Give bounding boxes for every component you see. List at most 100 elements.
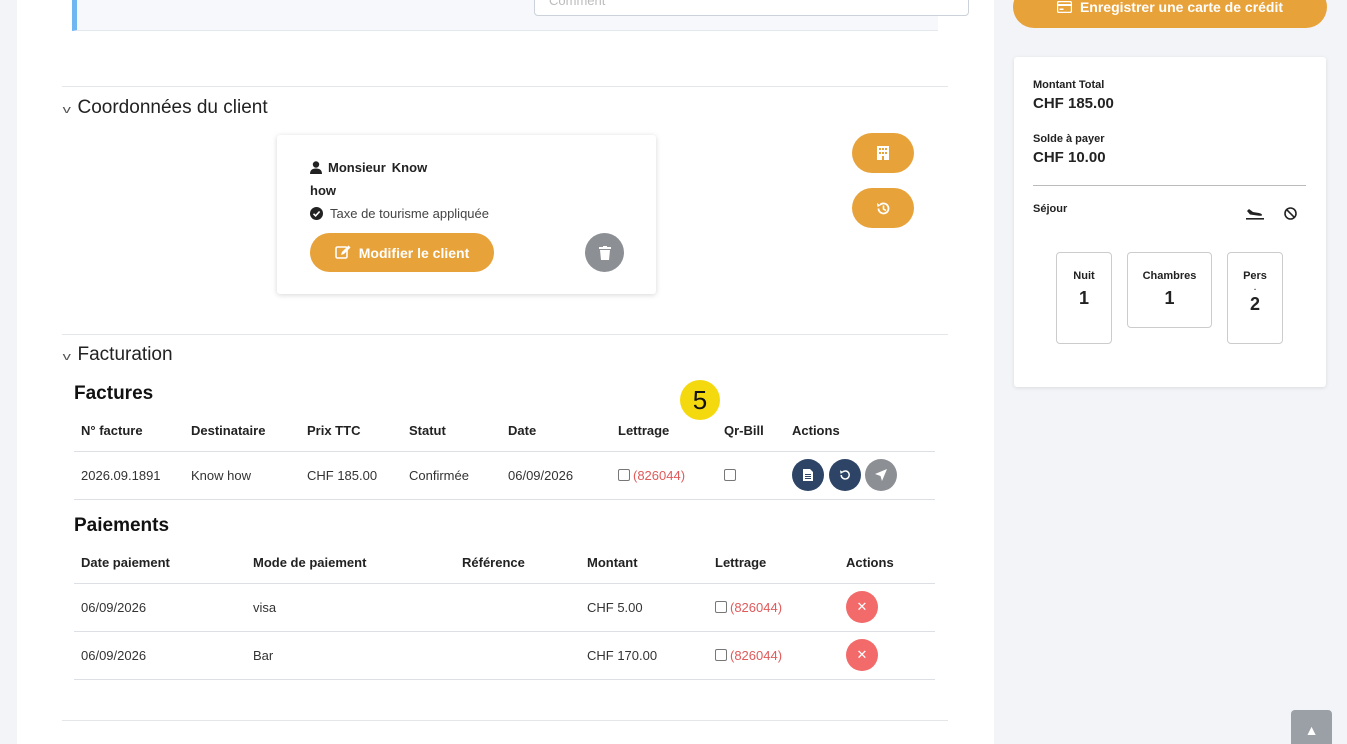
payment-actions: ✕ — [839, 583, 935, 632]
send-icon — [875, 469, 888, 481]
modify-client-label: Modifier le client — [358, 244, 470, 261]
table-row: 2026.09.1891 Know how CHF 185.00 Confirm… — [74, 451, 935, 500]
step-badge: 5 — [680, 380, 720, 420]
invoices-title: Factures — [74, 383, 154, 404]
column-header: Qr-Bill — [717, 411, 785, 452]
client-section-toggle[interactable]: v Coordonnées du client — [63, 97, 268, 119]
modify-client-button[interactable]: Modifier le client — [310, 233, 494, 272]
total-value: CHF 185.00 — [1033, 95, 1114, 112]
total-label: Montant Total — [1033, 79, 1105, 91]
invoice-recipient: Know how — [184, 451, 300, 500]
client-name: Monsieur Know — [310, 160, 427, 175]
send-invoice-button[interactable] — [865, 459, 898, 491]
client-first-name: Know — [391, 160, 428, 175]
comment-input[interactable]: Comment — [534, 0, 969, 16]
nights-value: 1 — [1078, 288, 1089, 308]
rooms-label: Chambres — [1142, 270, 1197, 282]
client-salutation: Monsieur — [328, 160, 386, 175]
billing-section-toggle[interactable]: v Facturation — [62, 344, 173, 366]
divider — [62, 334, 948, 335]
payments-table: Date paiement Mode de paiement Référence… — [74, 543, 935, 680]
lettrage-code[interactable]: (826044) — [730, 648, 782, 663]
column-header: Référence — [455, 543, 580, 584]
scroll-to-top-button[interactable]: ▲ — [1291, 710, 1332, 744]
history-icon — [876, 202, 889, 214]
chevron-up-icon: ▲ — [1304, 722, 1319, 738]
trash-icon — [598, 245, 611, 260]
invoice-status: Confirmée — [402, 451, 501, 500]
persons-value: 2 — [1249, 294, 1260, 314]
stay-label: Séjour — [1033, 203, 1068, 215]
column-header: Prix TTC — [300, 411, 402, 452]
lettrage-checkbox[interactable] — [618, 468, 630, 481]
column-header: Actions — [785, 411, 935, 452]
payments-title: Paiements — [74, 515, 170, 536]
column-header: Lettrage — [708, 543, 839, 584]
undo-icon — [839, 470, 850, 480]
tourism-tax-text: Taxe de tourisme appliquée — [330, 206, 489, 221]
column-header: Actions — [839, 543, 935, 584]
divider — [62, 86, 948, 87]
delete-payment-button[interactable]: ✕ — [846, 639, 878, 671]
lettrage-code[interactable]: (826044) — [730, 600, 782, 615]
client-history-button[interactable] — [852, 188, 914, 228]
company-button[interactable] — [852, 133, 914, 173]
client-section-title: Coordonnées du client — [77, 97, 268, 118]
invoice-number: 2026.09.1891 — [74, 451, 184, 500]
invoice-actions — [785, 451, 935, 500]
plane-arrival-icon — [1246, 209, 1264, 220]
save-credit-card-label: Enregistrer une carte de crédit — [1079, 0, 1284, 15]
view-invoice-button[interactable] — [792, 459, 824, 491]
refresh-invoice-button[interactable] — [828, 459, 861, 491]
column-header: Mode de paiement — [246, 543, 455, 584]
lettrage-checkbox[interactable] — [715, 648, 727, 661]
nights-label: Nuit — [1073, 270, 1095, 282]
lettrage-code[interactable]: (826044) — [633, 468, 685, 483]
qrbill-checkbox[interactable] — [724, 468, 736, 481]
client-last-name: how — [310, 183, 336, 198]
payment-date: 06/09/2026 — [74, 631, 246, 680]
booking-summary: Montant Total CHF 185.00 Solde à payer C… — [1014, 57, 1326, 387]
building-icon — [877, 146, 889, 160]
check-circle-icon — [310, 207, 323, 220]
payment-amount: CHF 170.00 — [580, 631, 708, 680]
invoice-date: 06/09/2026 — [501, 451, 611, 500]
column-header: N° facture — [74, 411, 184, 452]
file-icon — [803, 469, 813, 481]
rooms-value: 1 — [1164, 288, 1175, 308]
invoice-lettrage-cell: (826044) — [611, 451, 717, 500]
payment-lettrage-cell: (826044) — [708, 631, 839, 680]
rooms-stat: Chambres 1 — [1127, 252, 1212, 328]
user-icon — [310, 161, 322, 174]
invoice-price: CHF 185.00 — [300, 451, 402, 500]
save-credit-card-button[interactable]: Enregistrer une carte de crédit — [1013, 0, 1327, 28]
tourism-tax-status: Taxe de tourisme appliquée — [310, 206, 489, 221]
no-show-icon[interactable] — [1284, 207, 1297, 225]
persons-stat: Pers . 2 — [1227, 252, 1283, 344]
payment-reference — [455, 631, 580, 680]
payment-date: 06/09/2026 — [74, 583, 246, 632]
chevron-down-icon: v — [62, 351, 71, 363]
table-row: 06/09/2026 Bar CHF 170.00 (826044) ✕ — [74, 631, 935, 680]
payment-mode: visa — [246, 583, 455, 632]
delete-payment-button[interactable]: ✕ — [846, 591, 878, 623]
credit-card-icon — [1056, 1, 1072, 13]
table-row: 06/09/2026 visa CHF 5.00 (826044) ✕ — [74, 583, 935, 632]
arrival-icon[interactable] — [1246, 207, 1264, 225]
client-card: Monsieur Know how Taxe de tourisme appli… — [277, 135, 656, 294]
invoices-table: N° facture Destinataire Prix TTC Statut … — [74, 411, 935, 500]
delete-client-button[interactable] — [585, 233, 624, 272]
close-icon: ✕ — [856, 647, 868, 662]
column-header: Destinataire — [184, 411, 300, 452]
edit-icon — [334, 245, 351, 259]
column-header: Date — [501, 411, 611, 452]
payment-reference — [455, 583, 580, 632]
column-header: Statut — [402, 411, 501, 452]
balance-label: Solde à payer — [1033, 133, 1105, 145]
close-icon: ✕ — [856, 599, 868, 614]
persons-separator: . — [1253, 281, 1257, 293]
ban-icon — [1284, 207, 1297, 220]
payment-amount: CHF 5.00 — [580, 583, 708, 632]
lettrage-checkbox[interactable] — [715, 600, 727, 613]
main-content: Comment v Coordonnées du client Monsieur… — [17, 0, 994, 744]
